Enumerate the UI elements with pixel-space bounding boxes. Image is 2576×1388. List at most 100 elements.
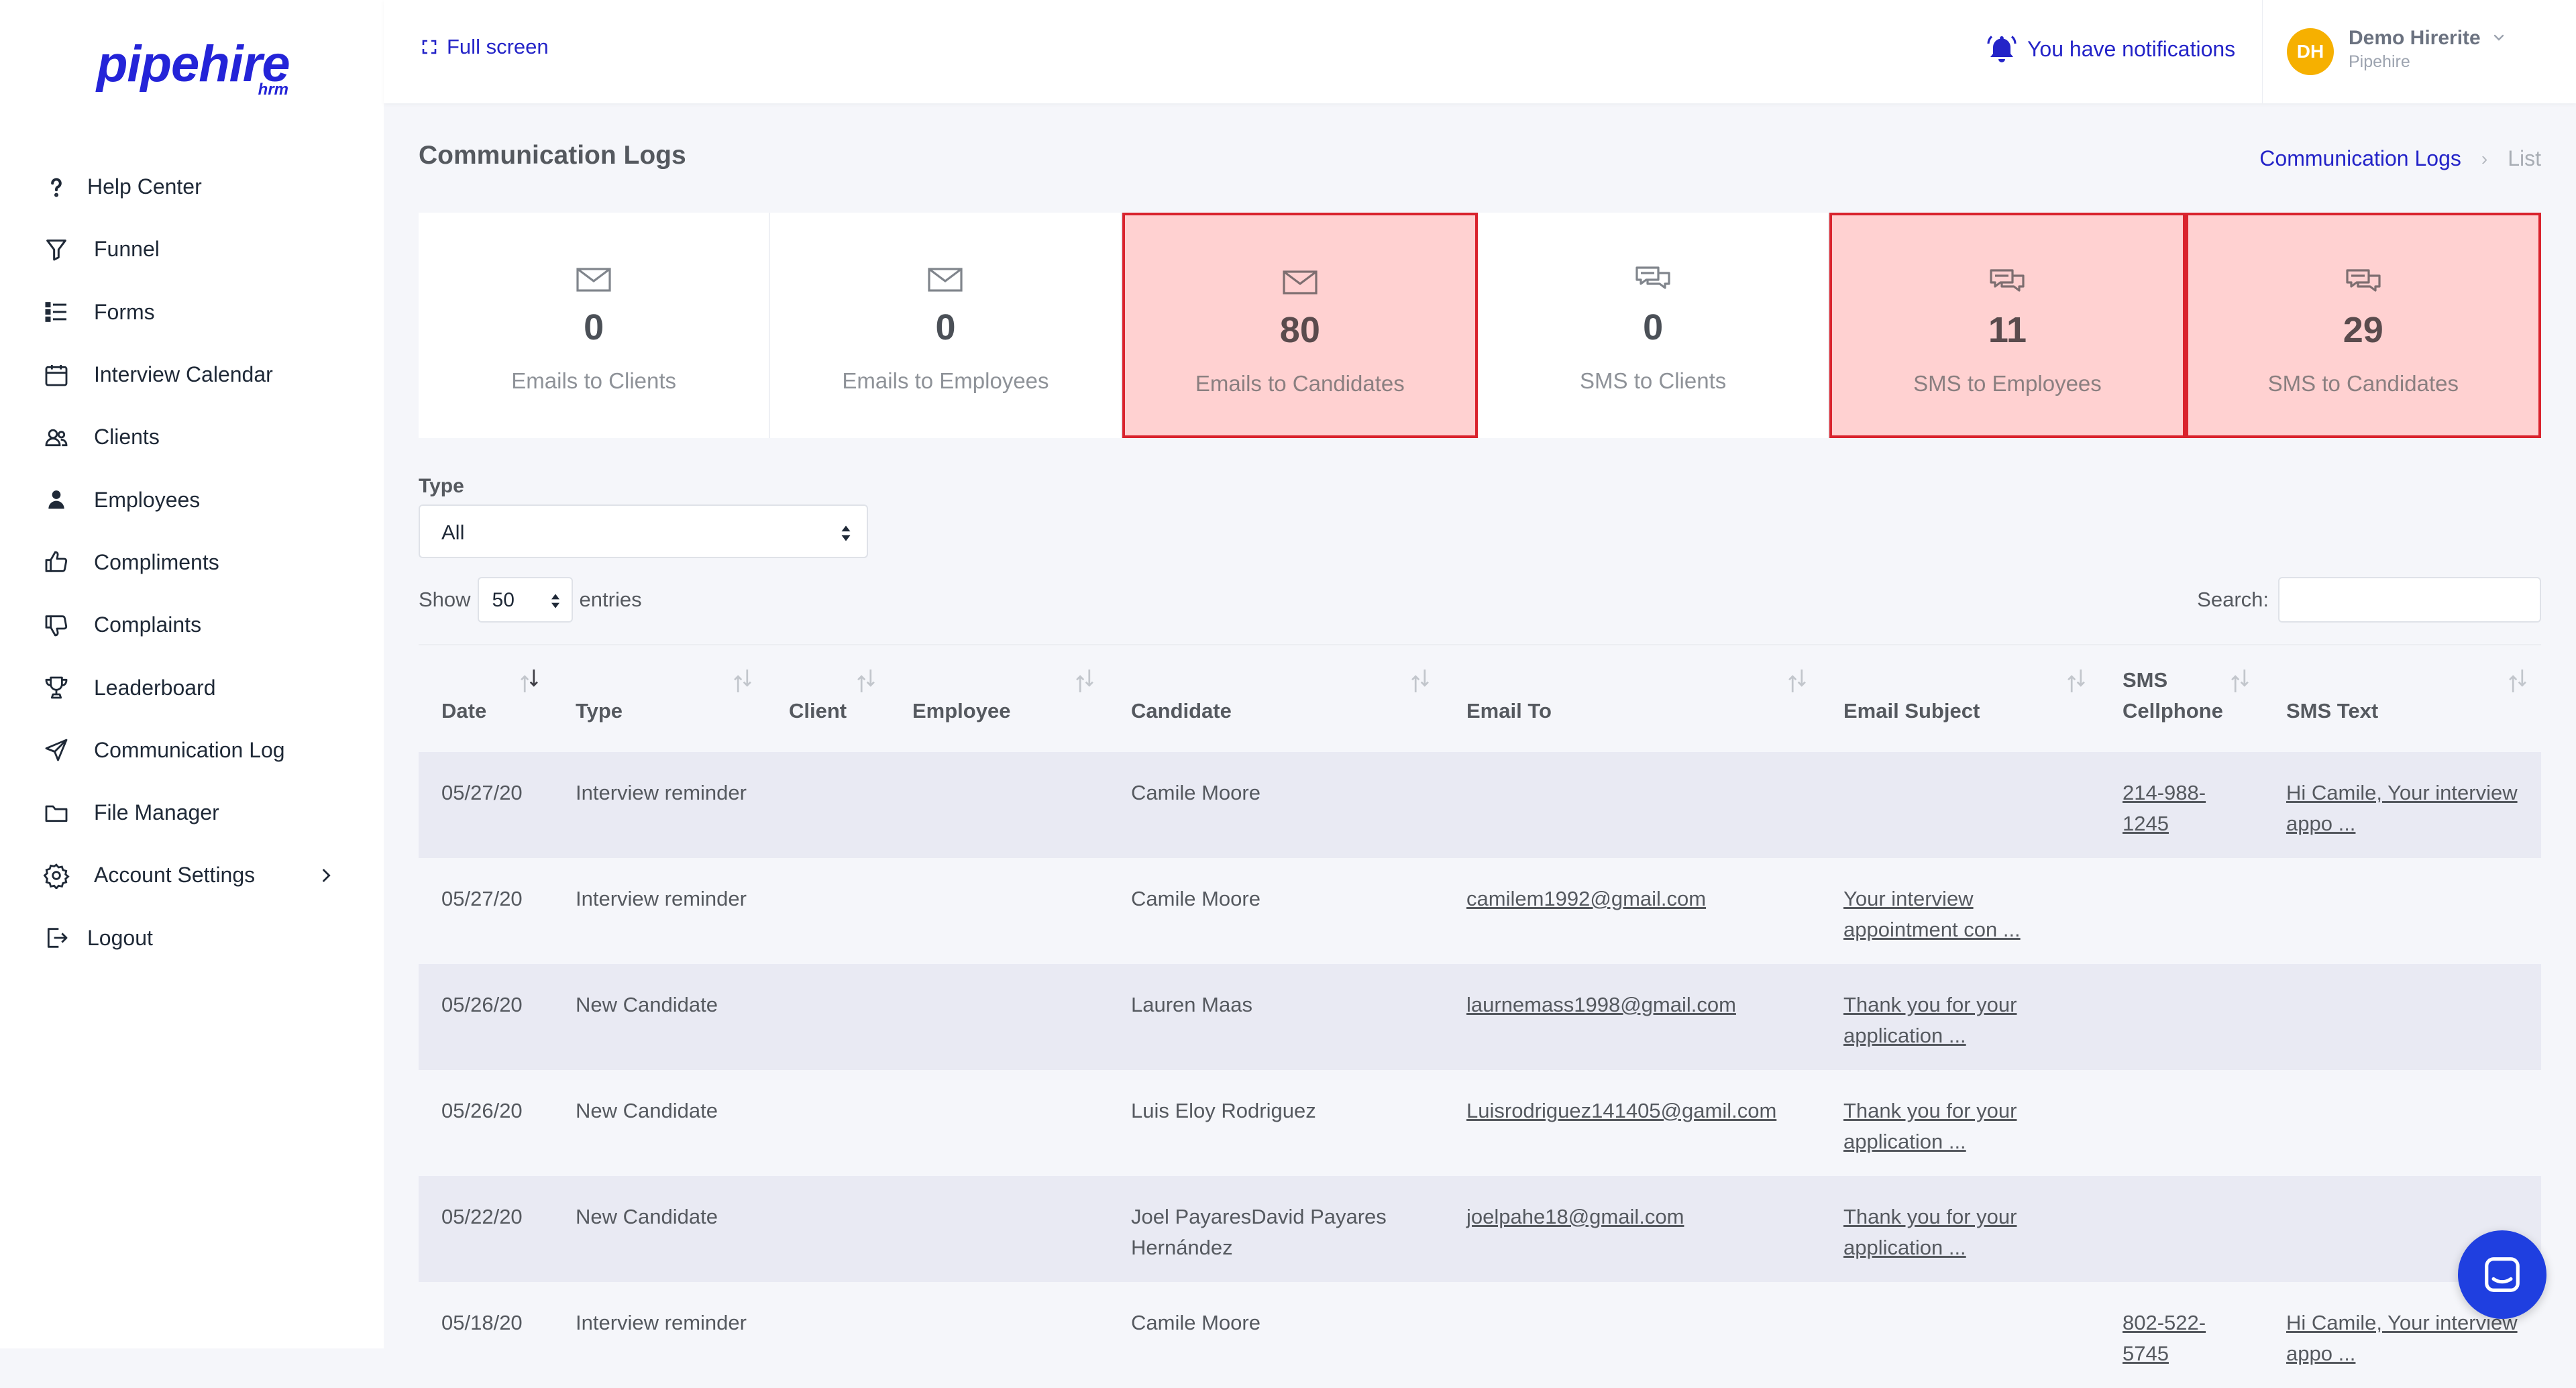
stat-card-sms-to-clients[interactable]: 0 SMS to Clients [1477, 213, 1830, 438]
envelope-icon [1281, 266, 1319, 299]
bell-icon [1987, 36, 2017, 62]
sidebar-item-account-settings[interactable]: Account Settings [0, 844, 384, 906]
cell-employee [890, 1070, 1108, 1176]
sidebar-item-compliments[interactable]: Compliments [0, 531, 384, 594]
chat-launcher-button[interactable] [2458, 1230, 2546, 1319]
cell-email-to: camilem1992@gmail.com [1444, 858, 1821, 964]
phone-link[interactable]: 214-988-1245 [2123, 781, 2206, 835]
cell-type: New Candidate [576, 1099, 718, 1122]
column-header-candidate[interactable]: Candidate [1108, 645, 1444, 752]
entries-length-control: Show 50 entries [419, 577, 642, 623]
column-header-employee[interactable]: Employee [890, 645, 1108, 752]
page-title: Communication Logs [419, 141, 686, 170]
cell-candidate: Camile Moore [1131, 1311, 1260, 1334]
user-menu[interactable]: DH Demo Hirerite Pipehire [2262, 0, 2544, 103]
cell-date: 05/26/20 [441, 1099, 523, 1122]
stat-card-sms-to-employees[interactable]: 11 SMS to Employees [1829, 213, 2186, 438]
column-header-email-subject[interactable]: Email Subject [1821, 645, 2100, 752]
entries-label: entries [579, 588, 642, 611]
chat-bubbles-icon [2345, 266, 2382, 299]
search-input[interactable] [2278, 577, 2541, 623]
sort-descending-icon [521, 670, 538, 692]
table-row: 05/22/20 New Candidate Joel PayaresDavid… [419, 1176, 2541, 1282]
sidebar-item-label: Forms [94, 299, 155, 324]
trophy-icon [43, 674, 70, 701]
breadcrumb-link-communication-logs[interactable]: Communication Logs [2259, 146, 2461, 171]
sort-icon [2231, 670, 2249, 692]
sidebar-item-label: Communication Log [94, 737, 285, 762]
chat-bubbles-icon [1634, 264, 1672, 296]
sidebar-item-employees[interactable]: Employees [0, 468, 384, 531]
sidebar-item-label: Account Settings [94, 863, 256, 888]
sort-icon [857, 670, 875, 692]
sidebar-item-file-manager[interactable]: File Manager [0, 782, 384, 844]
column-header-sms-cellphone[interactable]: SMS Cellphone [2100, 645, 2263, 752]
fullscreen-label: Full screen [447, 35, 549, 58]
sidebar-item-label: Leaderboard [94, 675, 216, 700]
column-header-type[interactable]: Type [553, 645, 766, 752]
cell-email-to: Luisrodriguez141405@gamil.com [1444, 1070, 1821, 1176]
communication-log-table: Date Type Client Employee Candidate Emai… [419, 644, 2541, 1388]
cell-date: 05/27/20 [441, 781, 523, 804]
column-header-sms-text[interactable]: SMS Text [2263, 645, 2541, 752]
column-header-label: SMS Text [2286, 699, 2379, 723]
sms-text-link[interactable]: Hi Camile, Your interview appo ... [2286, 781, 2518, 835]
email-link[interactable]: laurnemass1998@gmail.com [1466, 993, 1736, 1016]
sidebar-item-forms[interactable]: Forms [0, 281, 384, 343]
sidebar-item-leaderboard[interactable]: Leaderboard [0, 656, 384, 718]
stat-card-sms-to-candidates[interactable]: 29 SMS to Candidates [2185, 213, 2541, 438]
stat-value: 0 [935, 307, 956, 348]
fullscreen-button[interactable]: Full screen [421, 35, 549, 59]
calendar-icon [43, 362, 70, 388]
type-select[interactable]: All [419, 504, 868, 558]
sort-arrows-icon [841, 525, 851, 541]
cell-sms-cellphone [2100, 964, 2263, 1070]
email-subject-link[interactable]: Thank you for your application ... [1843, 1099, 2017, 1153]
sidebar-item-clients[interactable]: Clients [0, 406, 384, 468]
cell-employee [890, 858, 1108, 964]
breadcrumb: Communication Logs › List [2259, 146, 2541, 171]
table-row: 05/27/20 Interview reminder Camile Moore… [419, 858, 2541, 964]
email-link[interactable]: Luisrodriguez141405@gamil.com [1466, 1099, 1776, 1122]
email-link[interactable]: camilem1992@gmail.com [1466, 887, 1706, 910]
entries-select[interactable]: 50 [477, 577, 573, 623]
cell-sms-cellphone: 214-988-1245 [2100, 752, 2263, 858]
email-link[interactable]: joelpahe18@gmail.com [1466, 1205, 1684, 1228]
stat-card-emails-to-employees[interactable]: 0 Emails to Employees [770, 213, 1122, 438]
sidebar-item-logout[interactable]: Logout [0, 907, 384, 969]
column-header-client[interactable]: Client [766, 645, 890, 752]
breadcrumb-current: List [2508, 146, 2541, 170]
sidebar-item-communication-log[interactable]: Communication Log [0, 719, 384, 782]
cell-sms-cellphone [2100, 1176, 2263, 1282]
sidebar-item-help-center[interactable]: Help Center [0, 156, 384, 218]
column-header-label: SMS Cellphone [2123, 668, 2223, 723]
cell-type: New Candidate [576, 1205, 718, 1228]
email-subject-link[interactable]: Thank you for your application ... [1843, 993, 2017, 1047]
notifications-label: You have notifications [2027, 36, 2236, 61]
sidebar-item-interview-calendar[interactable]: Interview Calendar [0, 343, 384, 406]
sidebar-item-label: Funnel [94, 237, 160, 262]
cell-candidate: Luis Eloy Rodriguez [1131, 1099, 1316, 1122]
cell-date: 05/22/20 [441, 1205, 523, 1228]
sort-icon [1076, 670, 1093, 692]
cell-sms-text [2263, 1070, 2541, 1176]
sidebar-item-label: Compliments [94, 549, 219, 574]
list-icon [43, 299, 70, 325]
sort-icon [1411, 670, 1429, 692]
column-header-email-to[interactable]: Email To [1444, 645, 1821, 752]
notifications-button[interactable]: You have notifications [1986, 32, 2235, 66]
column-header-date[interactable]: Date [419, 645, 553, 752]
sms-text-link[interactable]: Hi Camile, Your interview appo ... [2286, 1311, 2518, 1365]
cell-employee [890, 752, 1108, 858]
sidebar-item-label: Complaints [94, 612, 202, 637]
logo[interactable]: pipehire hrm [97, 32, 291, 99]
question-icon [43, 174, 70, 201]
sidebar-item-complaints[interactable]: Complaints [0, 594, 384, 656]
stat-card-emails-to-clients[interactable]: 0 Emails to Clients [419, 213, 771, 438]
phone-link[interactable]: 802-522-5745 [2123, 1311, 2206, 1365]
sidebar-item-funnel[interactable]: Funnel [0, 218, 384, 280]
stat-card-emails-to-candidates[interactable]: 80 Emails to Candidates [1122, 213, 1478, 438]
clients-icon [43, 424, 70, 451]
email-subject-link[interactable]: Your interview appointment con ... [1843, 887, 2021, 941]
email-subject-link[interactable]: Thank you for your application ... [1843, 1205, 2017, 1259]
